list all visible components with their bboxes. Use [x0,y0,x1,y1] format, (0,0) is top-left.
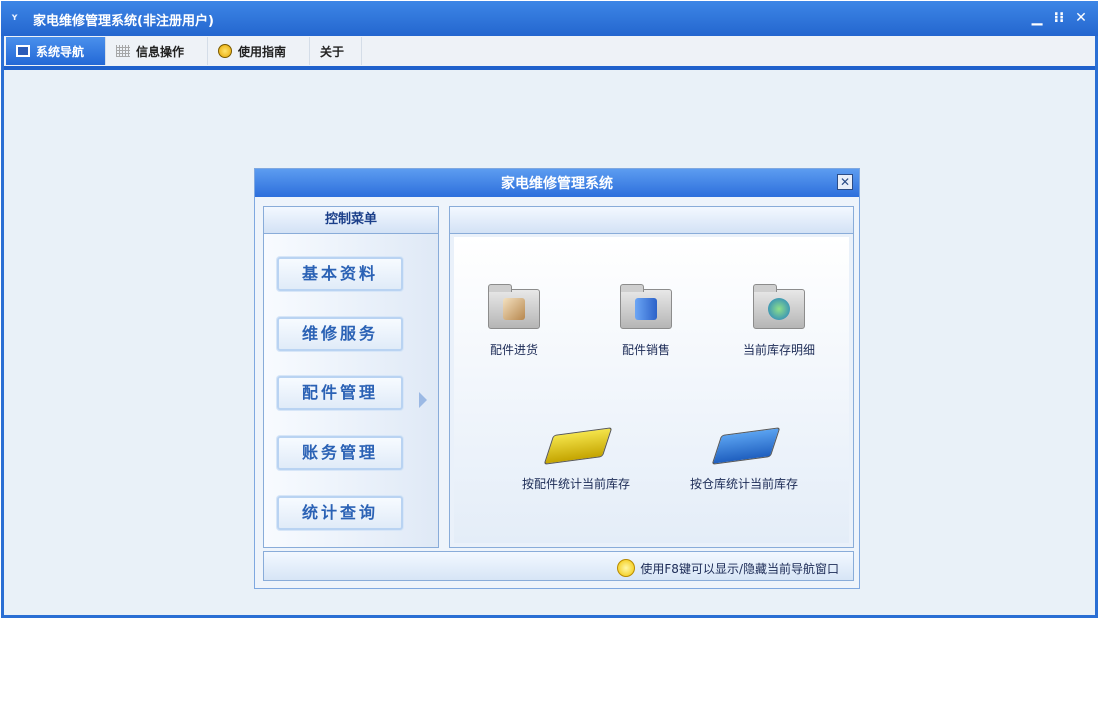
function-parts-sales[interactable]: 配件销售 [586,283,706,358]
function-current-stock-detail[interactable]: 当前库存明细 [719,283,839,358]
blue-book-icon [711,417,781,467]
tab-label: 使用指南 [238,44,287,59]
function-panel-body: 配件进货 配件销售 当前库存明细 按配件统计当前库存 按仓库统计当前库存 [454,237,849,543]
navigation-dialog: 家电维修管理系统 ✕ 控制菜单 基本资料 维修服务 配件管理 账务管理 统计查询… [254,168,860,589]
tab-about[interactable]: 关于 [310,37,362,65]
yellow-book-icon [543,417,613,467]
dialog-footer: 使用F8键可以显示/隐藏当前导航窗口 [263,551,854,581]
function-label: 配件销售 [621,343,670,357]
nav-basic-info-button[interactable]: 基本资料 [277,257,403,291]
lightbulb-icon [617,559,636,577]
bulb-icon [218,44,232,58]
window-controls: ▁ ⁝⁝ ✕ [1030,10,1088,26]
nav-accounts-management-button[interactable]: 账务管理 [277,436,403,470]
control-menu-header: 控制菜单 [264,207,438,234]
tab-label: 系统导航 [36,44,85,59]
app-icon: ʏ [11,12,19,23]
menu-bar: 系统导航 信息操作 使用指南 关于 [4,36,1095,70]
tab-info-operation[interactable]: 信息操作 [106,37,208,65]
globe-folder-icon [749,283,809,333]
brush-folder-icon [484,283,544,333]
selected-arrow-icon [419,392,427,408]
function-stock-by-part[interactable]: 按配件统计当前库存 [506,417,646,492]
tab-label: 信息操作 [136,44,185,59]
monitor-icon [16,45,30,57]
function-stock-by-warehouse[interactable]: 按仓库统计当前库存 [674,417,814,492]
minimize-icon[interactable]: ▁ [1030,10,1044,26]
tab-system-navigation[interactable]: 系统导航 [6,37,106,65]
nav-parts-management-button[interactable]: 配件管理 [277,376,403,410]
footer-tip-text: 使用F8键可以显示/隐藏当前导航窗口 [640,561,839,576]
window-title: 家电维修管理系统(非注册用户) [33,14,214,29]
mac-folder-icon [616,283,676,333]
tab-label: 关于 [320,44,345,59]
control-menu-panel: 控制菜单 基本资料 维修服务 配件管理 账务管理 统计查询 [263,206,439,548]
dialog-title: 家电维修管理系统 [255,169,859,197]
nav-statistics-query-button[interactable]: 统计查询 [277,496,403,530]
footer-tip: 使用F8键可以显示/隐藏当前导航窗口 [617,559,839,577]
function-panel: 配件进货 配件销售 当前库存明细 按配件统计当前库存 按仓库统计当前库存 [449,206,854,548]
function-parts-purchase[interactable]: 配件进货 [454,283,574,358]
function-label: 按配件统计当前库存 [521,477,630,491]
tab-user-guide[interactable]: 使用指南 [208,37,310,65]
function-panel-header [450,207,853,234]
restore-icon[interactable]: ⁝⁝ [1052,10,1066,26]
nav-repair-service-button[interactable]: 维修服务 [277,317,403,351]
grid-icon [116,45,130,57]
function-label: 当前库存明细 [742,343,815,357]
function-label: 配件进货 [489,343,538,357]
title-bar: ʏ 家电维修管理系统(非注册用户) ▁ ⁝⁝ ✕ [1,1,1098,36]
dialog-close-icon[interactable]: ✕ [837,174,853,190]
function-label: 按仓库统计当前库存 [689,477,798,491]
close-icon[interactable]: ✕ [1074,10,1088,26]
